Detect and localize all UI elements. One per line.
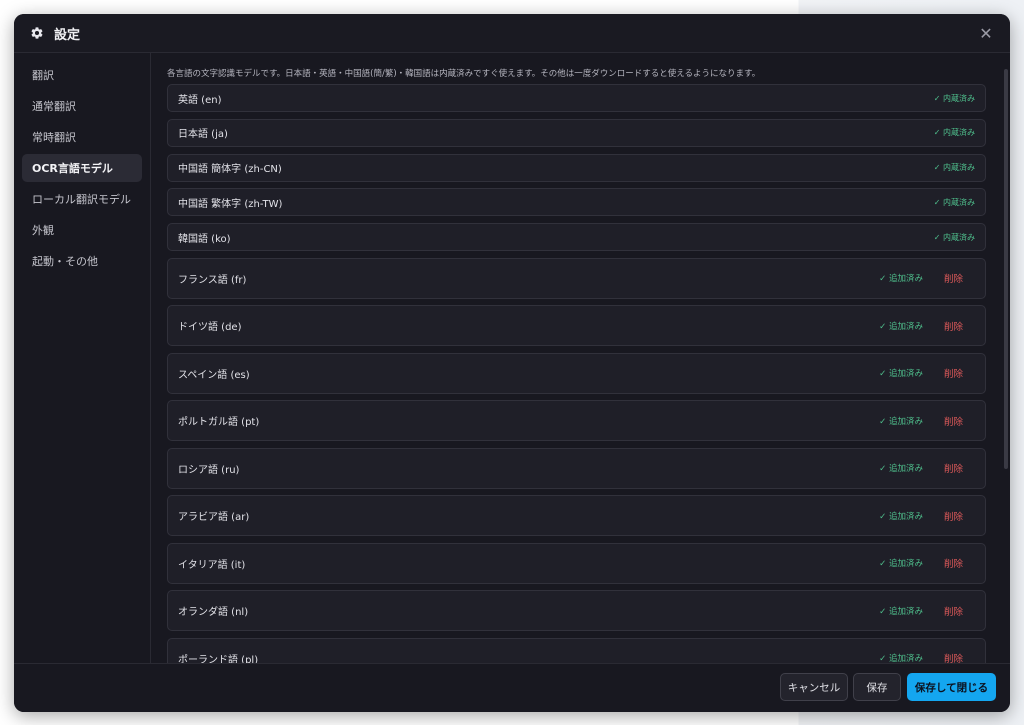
- language-name: 中国語 繁体字 (zh-TW): [178, 198, 283, 210]
- added-status: ✓ 追加済み: [879, 369, 923, 380]
- language-name: イタリア語 (it): [178, 559, 246, 571]
- language-row-builtin: 韓国語 (ko) ✓ 内蔵済み: [167, 223, 986, 251]
- settings-sidebar: 翻訳 通常翻訳 常時翻訳 OCR言語モデル ローカル翻訳モデル 外観 起動・その…: [14, 53, 151, 663]
- delete-button[interactable]: 削除: [944, 556, 963, 570]
- builtin-status: ✓ 内蔵済み: [933, 232, 975, 242]
- language-row-builtin: 日本語 (ja) ✓ 内蔵済み: [167, 118, 986, 147]
- added-status: ✓ 追加済み: [879, 274, 923, 285]
- language-name: アラビア語 (ar): [178, 512, 250, 524]
- language-row-builtin: 英語 (en) ✓ 内蔵済み: [167, 84, 986, 112]
- language-row-added: ドイツ語 (de) ✓ 追加済み 削除: [167, 305, 986, 347]
- added-status: ✓ 追加済み: [879, 606, 923, 617]
- close-icon[interactable]: ✕: [976, 23, 996, 43]
- language-name: 韓国語 (ko): [178, 233, 231, 245]
- delete-button[interactable]: 削除: [944, 271, 963, 285]
- added-status: ✓ 追加済み: [879, 511, 923, 522]
- dialog-title: 設定: [54, 27, 81, 43]
- added-status: ✓ 追加済み: [879, 321, 923, 332]
- language-name: 英語 (en): [178, 94, 222, 106]
- language-name: ドイツ語 (de): [178, 322, 242, 334]
- language-name: ポルトガル語 (pt): [178, 417, 260, 429]
- sidebar-item-ocr-models[interactable]: OCR言語モデル: [22, 154, 142, 182]
- ocr-models-panel: 各言語の文字認識モデルです。日本語・英語・中国語(簡/繁)・韓国語は内蔵済みです…: [151, 53, 1010, 663]
- language-row-builtin: 中国語 繁体字 (zh-TW) ✓ 内蔵済み: [167, 188, 986, 217]
- language-row-added: ロシア語 (ru) ✓ 追加済み 削除: [167, 447, 986, 489]
- panel-description: 各言語の文字認識モデルです。日本語・英語・中国語(簡/繁)・韓国語は内蔵済みです…: [167, 69, 761, 79]
- language-row-added: ポーランド語 (pl) ✓ 追加済み 削除: [167, 637, 986, 663]
- language-row-added: イタリア語 (it) ✓ 追加済み 削除: [167, 542, 986, 584]
- sidebar-item-constant-translation[interactable]: 常時翻訳: [22, 123, 142, 151]
- sidebar-item-startup-other[interactable]: 起動・その他: [22, 247, 142, 275]
- delete-button[interactable]: 削除: [944, 509, 963, 523]
- language-name: 日本語 (ja): [178, 129, 228, 141]
- gear-icon: [30, 26, 44, 40]
- sidebar-item-appearance[interactable]: 外観: [22, 216, 142, 244]
- save-and-close-button[interactable]: 保存して閉じる: [907, 673, 996, 701]
- language-name: 中国語 簡体字 (zh-CN): [178, 164, 282, 175]
- language-name: ロシア語 (ru): [178, 464, 240, 476]
- added-status: ✓ 追加済み: [879, 464, 923, 475]
- save-button[interactable]: 保存: [853, 673, 901, 701]
- title-bar: 設定 ✕: [14, 14, 1010, 53]
- language-name: ポーランド語 (pl): [178, 654, 259, 663]
- sidebar-item-local-models[interactable]: ローカル翻訳モデル: [22, 185, 142, 213]
- scrollbar[interactable]: [1004, 69, 1008, 469]
- language-name: スペイン語 (es): [178, 369, 250, 381]
- language-name: フランス語 (fr): [178, 274, 247, 286]
- delete-button[interactable]: 削除: [944, 319, 963, 333]
- settings-dialog: 設定 ✕ 翻訳 通常翻訳 常時翻訳 OCR言語モデル ローカル翻訳モデル 外観 …: [14, 14, 1010, 712]
- language-row-added: ポルトガル語 (pt) ✓ 追加済み 削除: [167, 400, 986, 442]
- language-row-added: オランダ語 (nl) ✓ 追加済み 削除: [167, 590, 986, 632]
- dialog-footer: キャンセル 保存 保存して閉じる: [14, 663, 1010, 712]
- added-status: ✓ 追加済み: [879, 416, 923, 427]
- added-status: ✓ 追加済み: [879, 559, 923, 570]
- builtin-status: ✓ 内蔵済み: [933, 163, 975, 172]
- cancel-button[interactable]: キャンセル: [780, 673, 848, 701]
- language-row-added: フランス語 (fr) ✓ 追加済み 削除: [167, 257, 986, 299]
- delete-button[interactable]: 削除: [944, 604, 963, 618]
- sidebar-item-normal-translation[interactable]: 通常翻訳: [22, 92, 142, 120]
- builtin-status: ✓ 内蔵済み: [933, 93, 975, 103]
- builtin-status: ✓ 内蔵済み: [933, 128, 975, 138]
- delete-button[interactable]: 削除: [944, 651, 963, 663]
- delete-button[interactable]: 削除: [944, 461, 963, 475]
- language-list: 英語 (en) ✓ 内蔵済み 日本語 (ja) ✓ 内蔵済み 中国語 簡体字 (…: [167, 84, 986, 663]
- builtin-status: ✓ 内蔵済み: [933, 197, 975, 207]
- sidebar-item-translation[interactable]: 翻訳: [22, 61, 142, 89]
- delete-button[interactable]: 削除: [944, 366, 963, 380]
- language-row-added: スペイン語 (es) ✓ 追加済み 削除: [167, 352, 986, 394]
- language-row-builtin: 中国語 簡体字 (zh-CN) ✓ 内蔵済み: [167, 153, 986, 182]
- language-row-added: アラビア語 (ar) ✓ 追加済み 削除: [167, 495, 986, 537]
- delete-button[interactable]: 削除: [944, 414, 963, 428]
- language-name: オランダ語 (nl): [178, 607, 249, 619]
- added-status: ✓ 追加済み: [879, 654, 923, 663]
